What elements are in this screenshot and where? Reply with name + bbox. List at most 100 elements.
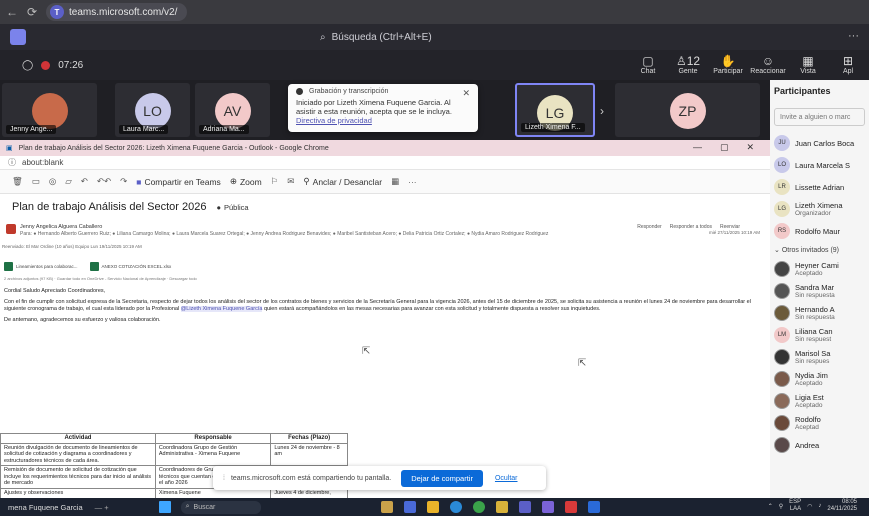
search-input[interactable]: ⌕ Búsqueda (Ctrl+Alt+E) (320, 28, 590, 46)
react-icon: ☺ (761, 54, 775, 68)
chevron-up-icon[interactable]: ⌃ (768, 503, 773, 510)
participant-name: Liliana Can (795, 327, 833, 336)
report-icon[interactable]: ◎ (49, 176, 56, 187)
acrobat-icon[interactable] (564, 501, 577, 513)
participant-row[interactable]: LO Laura Marcela S (770, 154, 869, 176)
table-header-cell: Actividad (0, 433, 156, 444)
participant-info: Lizeth Ximena Organizador (795, 201, 843, 217)
maximize-icon[interactable]: ▢ (720, 142, 729, 153)
hide-link[interactable]: Ocultar (495, 475, 518, 482)
language-indicator[interactable]: ESP LAA (789, 499, 801, 513)
folder-icon[interactable] (426, 501, 439, 513)
participant-tile[interactable]: LO Laura Marc... (115, 83, 190, 137)
recording-notice-title: Grabación y transcripción (309, 88, 389, 95)
participant-row[interactable]: Marisol Sa Sin respues (770, 346, 869, 368)
reply-all-icon[interactable]: ↶↶ (97, 176, 111, 187)
app-icon[interactable] (495, 501, 508, 513)
view-button[interactable]: ▦ Vista (793, 50, 823, 80)
drag-handle-icon[interactable]: ⁞ (223, 475, 225, 482)
search-icon: ⌕ (320, 31, 326, 43)
participant-name: Laura Marc... (119, 125, 169, 134)
volume-icon[interactable]: ♪ (818, 503, 821, 509)
sender-name[interactable]: Jenny Angelica Alguera Caballero (20, 224, 102, 230)
attachment-item[interactable]: Lineamientos para colaborac... (4, 261, 78, 271)
file-explorer-icon[interactable] (403, 501, 416, 513)
participant-row[interactable]: Andrea (770, 434, 869, 456)
chrome-address-bar[interactable]: ⓘ about:blank (0, 156, 770, 170)
participant-row[interactable]: LM Liliana Can Sin respuest (770, 324, 869, 346)
avatar: ZP (669, 93, 706, 129)
participant-status: Sin respues (795, 358, 830, 365)
privacy-policy-link[interactable]: Directiva de privacidad (296, 116, 372, 125)
participant-row[interactable]: JU Juan Carlos Boca (770, 132, 869, 154)
taskbar-apps (380, 501, 600, 513)
meeting-window-label[interactable]: mena Fuquene Garcia (8, 503, 83, 512)
reload-icon[interactable]: ⟳ (26, 5, 38, 19)
participant-row[interactable]: LG Lizeth Ximena Organizador (770, 198, 869, 220)
apps-button[interactable]: ⊞ Apl (833, 50, 863, 80)
recording-notice: Grabación y transcripción ✕ Iniciado por… (288, 84, 478, 132)
toolbar-label: Participar (713, 68, 743, 75)
participant-row[interactable]: RS Rodolfo Maur (770, 220, 869, 242)
participant-row[interactable]: Heyner Cami Aceptado (770, 258, 869, 280)
participant-name: Jenny Ange... (6, 125, 57, 134)
participant-row[interactable]: Hernando A Sin respuesta (770, 302, 869, 324)
forward-icon[interactable]: ↷ (120, 176, 127, 187)
wifi-icon[interactable]: ◠ (807, 503, 812, 510)
delete-icon[interactable]: 🗑 (12, 176, 23, 187)
table-row: Reunión divulgación de documento de line… (0, 442, 348, 466)
participant-tile[interactable]: ZP (615, 83, 760, 137)
participant-tile[interactable]: Jenny Ange... (2, 83, 97, 137)
address-bar[interactable]: T teams.microsoft.com/v2/ (46, 3, 188, 21)
participant-row[interactable]: Nydia Jim Aceptado (770, 368, 869, 390)
mention-link[interactable]: @Lizeth Ximena Fuquene García (180, 306, 263, 312)
widget-icon[interactable] (380, 501, 393, 513)
teams-taskbar-icon[interactable] (518, 501, 531, 513)
taskbar-search[interactable]: ⌕ Buscar (180, 500, 261, 514)
calendar-icon[interactable]: ▦ (391, 176, 399, 187)
window-controls[interactable]: — + (95, 503, 109, 512)
zoom-button[interactable]: ⊕ Zoom (230, 176, 262, 187)
close-icon[interactable]: ✕ (462, 88, 470, 99)
move-icon[interactable]: ▱ (65, 176, 72, 187)
stop-sharing-button[interactable]: Dejar de compartir (401, 469, 483, 487)
clock[interactable]: 08:05 24/11/2025 (827, 499, 857, 513)
archive-icon[interactable]: ▭ (32, 176, 40, 187)
copilot-icon[interactable] (541, 501, 554, 513)
chat-button[interactable]: ▢ Chat (633, 50, 663, 80)
pin-button[interactable]: ⚲ Anclar / Desanclar (303, 176, 382, 187)
close-window-icon[interactable]: ✕ (746, 142, 754, 153)
participant-tile[interactable]: LG Lizeth Ximena F... (515, 83, 595, 137)
participant-row[interactable]: Ligia Est Aceptado (770, 390, 869, 412)
attachment-item[interactable]: ANEXO COTIZACIÓN EXCEL.xlsx (89, 261, 171, 271)
participant-info: Lissette Adrian (795, 183, 844, 192)
participant-row[interactable]: Rodolfo Aceptad (770, 412, 869, 434)
participant-row[interactable]: LR Lissette Adrian (770, 176, 869, 198)
table-header-row: Actividad Responsable Fechas (Plazo) (0, 433, 348, 444)
invite-input[interactable]: Invite a alguien o marc (774, 108, 865, 126)
participant-info: Rodolfo Aceptad (795, 415, 821, 431)
chevron-right-icon[interactable]: › (600, 104, 604, 118)
more-options-icon[interactable]: ··· (848, 30, 859, 42)
chrome-icon[interactable] (472, 501, 485, 513)
teams-favicon-icon: T (50, 5, 64, 19)
more-actions-icon[interactable]: ··· (408, 177, 417, 187)
participant-tile[interactable]: AV Adriana Ma... (195, 83, 270, 137)
other-invitees-header[interactable]: ⌄ Otros invitados (9) (770, 242, 869, 258)
windows-start-icon[interactable] (158, 501, 171, 513)
minimize-icon[interactable]: — (693, 142, 702, 153)
email-action-button[interactable]: Responder (637, 224, 661, 230)
back-icon[interactable]: ← (6, 5, 18, 19)
outlook-taskbar-icon[interactable] (587, 501, 600, 513)
raise-hand-button[interactable]: ✋ Participar (713, 50, 743, 80)
edge-icon[interactable] (449, 501, 462, 513)
participant-name: Hernando A (795, 305, 835, 314)
tag-icon[interactable]: ⚐ (271, 176, 279, 187)
people-button[interactable]: ♙12 Gente (673, 50, 703, 80)
mail-icon[interactable]: ✉ (287, 176, 294, 187)
react-button[interactable]: ☺ Reaccionar (750, 50, 785, 80)
share-teams-button[interactable]: ■ Compartir en Teams (136, 177, 221, 187)
participant-row[interactable]: Sandra Mar Sin respuesta (770, 280, 869, 302)
reply-icon[interactable]: ↶ (81, 176, 88, 187)
email-action-button[interactable]: Responder a todos (670, 224, 712, 230)
